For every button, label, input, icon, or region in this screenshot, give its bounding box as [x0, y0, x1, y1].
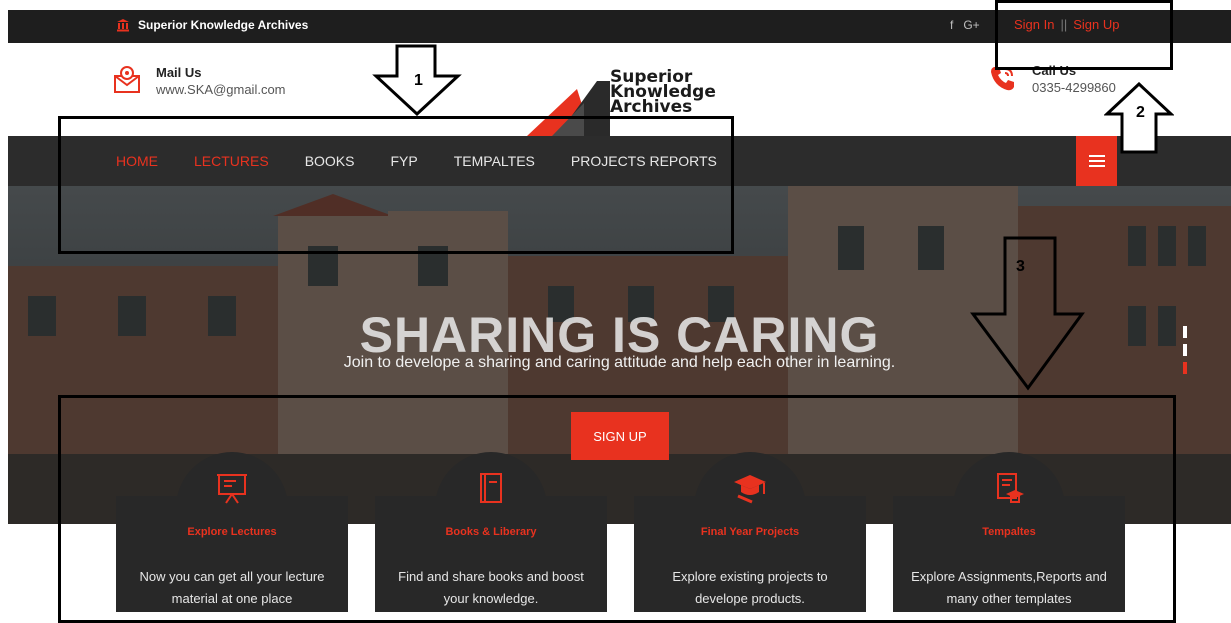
slider-pagination: [1183, 326, 1187, 374]
site-brand[interactable]: Superior Knowledge Archives: [116, 18, 308, 32]
slider-dot[interactable]: [1183, 326, 1187, 338]
slider-dot-active[interactable]: [1183, 362, 1187, 374]
annotation-label-3: 3: [1016, 258, 1025, 275]
mail-title: Mail Us: [156, 65, 202, 80]
mail-icon: [114, 66, 140, 93]
institution-icon: [117, 19, 129, 32]
annotation-box-2: [995, 0, 1173, 70]
logo-text: Superior Knowledge Archives: [610, 69, 716, 117]
logo-line-3: Archives: [610, 97, 693, 117]
annotation-box-3: [58, 395, 1176, 623]
facebook-icon[interactable]: f: [950, 18, 953, 32]
mail-address[interactable]: www.SKA@gmail.com: [156, 82, 286, 97]
annotation-box-1: [58, 116, 734, 254]
mail-contact: Mail Us www.SKA@gmail.com: [112, 65, 286, 97]
annotation-arrow-down-3: [970, 236, 1085, 391]
google-plus-icon[interactable]: G+: [963, 18, 979, 32]
hamburger-icon: [1088, 155, 1105, 167]
annotation-label-1: 1: [414, 72, 423, 89]
social-links: f G+: [950, 18, 980, 32]
annotation-label-2: 2: [1136, 104, 1145, 121]
site-name: Superior Knowledge Archives: [138, 18, 309, 32]
slider-dot[interactable]: [1183, 344, 1187, 356]
